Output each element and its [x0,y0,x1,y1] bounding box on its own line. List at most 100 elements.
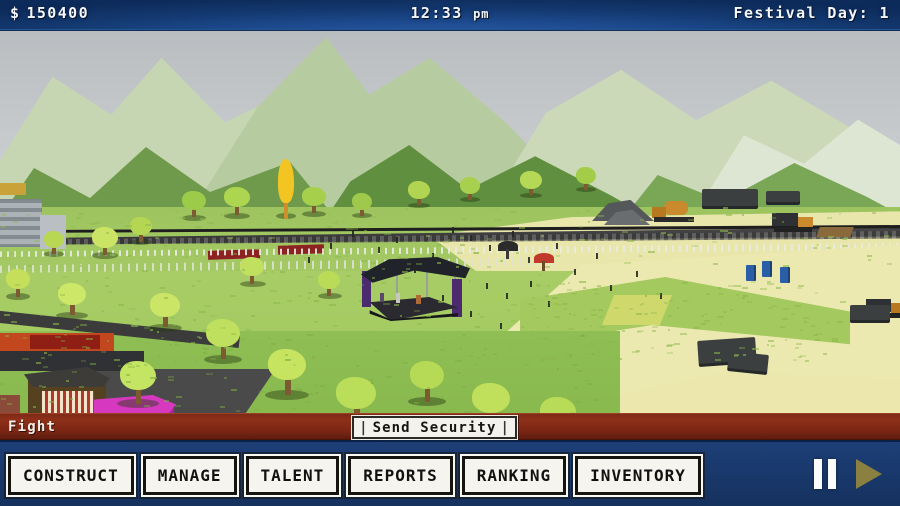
grass-texture [560,283,565,285]
grass-texture [475,326,480,328]
grass-texture [475,364,478,366]
grass-texture [416,263,422,265]
tree [520,171,542,199]
grass-texture [692,245,699,247]
grass-texture [572,293,577,295]
grass-texture [426,315,431,317]
nav-button-reports[interactable]: REPORTS [348,456,452,495]
grass-texture [114,359,121,361]
tree [410,361,444,405]
grass-texture [688,219,694,221]
grass-texture [531,334,535,336]
grass-texture [400,315,403,317]
grass-texture [329,304,336,306]
grass-texture [651,312,657,314]
button-tick-right: | [500,420,510,436]
grass-texture [511,320,516,322]
grass-texture [273,302,280,304]
grass-texture [636,313,642,315]
grass-texture [568,328,574,330]
grass-texture [645,295,648,297]
grass-texture [5,335,9,337]
grass-texture [714,352,719,354]
grass-texture [402,362,409,364]
tree [318,271,340,299]
grass-texture [129,308,136,310]
nav-button-ranking[interactable]: RANKING [462,456,566,495]
grass-texture [664,302,668,304]
material-stack[interactable] [766,191,800,205]
grass-texture [204,348,209,350]
material-stack[interactable] [850,305,890,323]
grass-texture [270,347,274,349]
grass-texture [842,238,847,240]
service-vehicle[interactable] [0,183,26,195]
grass-texture [832,340,838,342]
grass-texture [414,402,419,404]
grass-texture [730,309,733,311]
grass-texture [75,235,79,237]
grass-texture [800,329,802,331]
grass-texture [53,323,59,325]
grass-texture [101,351,106,353]
grass-texture [236,269,239,271]
grass-texture [394,304,400,306]
speed-controls [814,459,882,489]
game-world-viewport[interactable] [0,31,900,413]
nav-button-talent[interactable]: TALENT [246,456,340,495]
grass-texture [574,387,578,389]
grass-texture [33,406,36,408]
grass-texture [591,314,597,316]
grass-texture [361,260,368,262]
grass-texture [157,243,161,245]
tree [472,383,510,413]
grass-texture [314,321,317,323]
portable-toilet[interactable] [746,265,756,281]
grass-texture [656,293,661,295]
grass-texture [157,331,160,333]
nav-button-manage[interactable]: MANAGE [143,456,237,495]
tree [130,217,152,245]
grass-texture [364,230,366,232]
grass-texture [796,343,802,345]
grass-texture [145,342,151,344]
grass-texture [224,377,227,379]
grass-texture [771,345,775,347]
grass-texture [136,339,140,341]
nav-button-construct[interactable]: CONSTRUCT [8,456,134,495]
grass-texture [105,285,110,287]
portable-toilet[interactable] [780,267,790,283]
clock-time: 12:33 [410,4,462,22]
grass-texture [800,355,806,357]
crowd-person [442,295,444,301]
grass-texture [70,398,73,400]
dump-truck[interactable] [772,213,814,233]
grass-texture [441,341,446,343]
grass-texture [547,326,549,328]
grass-texture [236,410,240,412]
grass-texture [598,351,602,353]
grass-texture [772,212,777,214]
grass-texture [440,349,445,351]
play-icon[interactable] [856,459,882,489]
grass-texture [371,382,373,384]
send-security-button[interactable]: | Send Security | [352,416,517,439]
grass-texture [251,315,255,317]
grass-texture [599,326,605,328]
grass-texture [477,357,479,359]
nav-button-inventory[interactable]: INVENTORY [575,456,701,495]
grass-texture [652,330,656,332]
grass-texture [768,307,773,309]
grass-texture [720,230,725,232]
grass-texture [271,343,276,345]
grass-texture [682,282,688,284]
material-stack[interactable] [702,189,758,209]
grass-texture [694,327,700,329]
main-stage[interactable] [352,257,472,329]
pause-icon[interactable] [814,459,836,489]
grass-texture [161,337,164,339]
grass-texture [544,359,548,361]
portable-toilet[interactable] [762,261,772,277]
grass-texture [145,224,151,226]
grass-texture [126,363,132,365]
